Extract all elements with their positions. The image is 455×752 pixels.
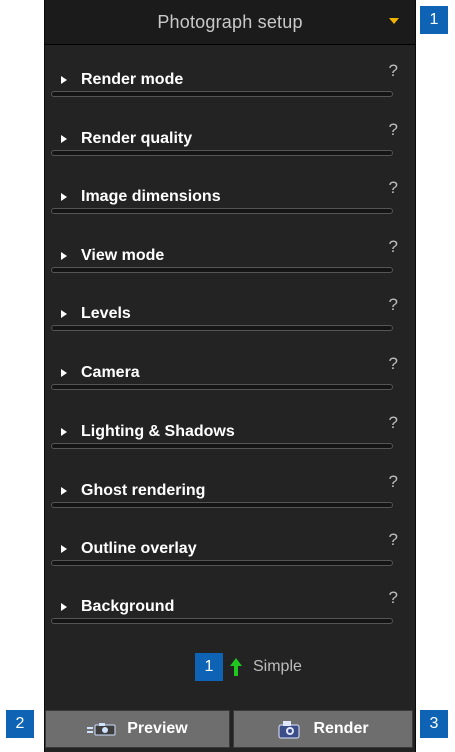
help-icon[interactable]: ? bbox=[389, 120, 398, 140]
help-icon[interactable]: ? bbox=[389, 588, 398, 608]
section-label: Background bbox=[81, 598, 175, 615]
help-icon[interactable]: ? bbox=[389, 295, 398, 315]
up-arrow-icon bbox=[230, 658, 242, 676]
simple-label: Simple bbox=[253, 658, 302, 675]
help-icon[interactable]: ? bbox=[389, 61, 398, 81]
section-divider bbox=[51, 208, 393, 214]
render-camera-icon bbox=[278, 721, 300, 739]
simple-mode-toggle[interactable]: 1 Simple bbox=[195, 653, 302, 681]
section-label: Outline overlay bbox=[81, 540, 197, 557]
help-icon[interactable]: ? bbox=[389, 354, 398, 374]
triangle-right-icon bbox=[61, 603, 67, 611]
triangle-right-icon bbox=[61, 135, 67, 143]
section-divider bbox=[51, 267, 393, 273]
section-divider bbox=[51, 384, 393, 390]
photograph-setup-panel: Photograph setup Render mode ? Render qu… bbox=[44, 0, 416, 752]
section-divider bbox=[51, 618, 393, 624]
panel-header[interactable]: Photograph setup bbox=[45, 0, 415, 45]
section-label: Image dimensions bbox=[81, 188, 221, 205]
triangle-right-icon bbox=[61, 369, 67, 377]
camera-icon bbox=[87, 723, 116, 736]
section-ghost-rendering[interactable]: Ghost rendering ? bbox=[51, 462, 398, 520]
triangle-right-icon bbox=[61, 252, 67, 260]
help-icon[interactable]: ? bbox=[389, 530, 398, 550]
section-levels[interactable]: Levels ? bbox=[51, 285, 398, 343]
help-icon[interactable]: ? bbox=[389, 413, 398, 433]
section-divider bbox=[51, 150, 393, 156]
triangle-right-icon bbox=[61, 428, 67, 436]
help-icon[interactable]: ? bbox=[389, 178, 398, 198]
section-image-dimensions[interactable]: Image dimensions ? bbox=[51, 168, 398, 226]
section-label: View mode bbox=[81, 247, 165, 264]
section-label: Lighting & Shadows bbox=[81, 423, 235, 440]
chevron-down-icon[interactable] bbox=[389, 18, 399, 24]
callout-badge-render: 3 bbox=[420, 710, 448, 738]
triangle-right-icon bbox=[61, 545, 67, 553]
section-divider bbox=[51, 325, 393, 331]
section-divider bbox=[51, 502, 393, 508]
section-camera[interactable]: Camera ? bbox=[51, 344, 398, 402]
section-outline-overlay[interactable]: Outline overlay ? bbox=[51, 520, 398, 578]
triangle-right-icon bbox=[61, 487, 67, 495]
triangle-right-icon bbox=[61, 310, 67, 318]
render-label: Render bbox=[313, 720, 369, 737]
triangle-right-icon bbox=[61, 193, 67, 201]
section-lighting-shadows[interactable]: Lighting & Shadows ? bbox=[51, 403, 398, 461]
preview-label: Preview bbox=[127, 720, 188, 737]
section-background[interactable]: Background ? bbox=[51, 578, 398, 636]
callout-badge: 1 bbox=[195, 653, 223, 681]
section-view-mode[interactable]: View mode ? bbox=[51, 227, 398, 285]
section-divider bbox=[51, 443, 393, 449]
help-icon[interactable]: ? bbox=[389, 472, 398, 492]
section-render-quality[interactable]: Render quality ? bbox=[51, 110, 398, 168]
panel-title: Photograph setup bbox=[157, 11, 303, 32]
callout-badge-preview: 2 bbox=[6, 710, 34, 738]
section-divider bbox=[51, 560, 393, 566]
section-label: Render quality bbox=[81, 130, 193, 147]
render-button[interactable]: Render bbox=[233, 710, 413, 748]
preview-button[interactable]: Preview bbox=[45, 710, 230, 748]
section-render-mode[interactable]: Render mode ? bbox=[51, 51, 398, 109]
section-label: Render mode bbox=[81, 71, 184, 88]
section-label: Levels bbox=[81, 305, 131, 322]
section-label: Ghost rendering bbox=[81, 482, 206, 499]
callout-badge-header: 1 bbox=[420, 6, 448, 34]
section-divider bbox=[51, 91, 393, 97]
triangle-right-icon bbox=[61, 76, 67, 84]
section-label: Camera bbox=[81, 364, 140, 381]
help-icon[interactable]: ? bbox=[389, 237, 398, 257]
